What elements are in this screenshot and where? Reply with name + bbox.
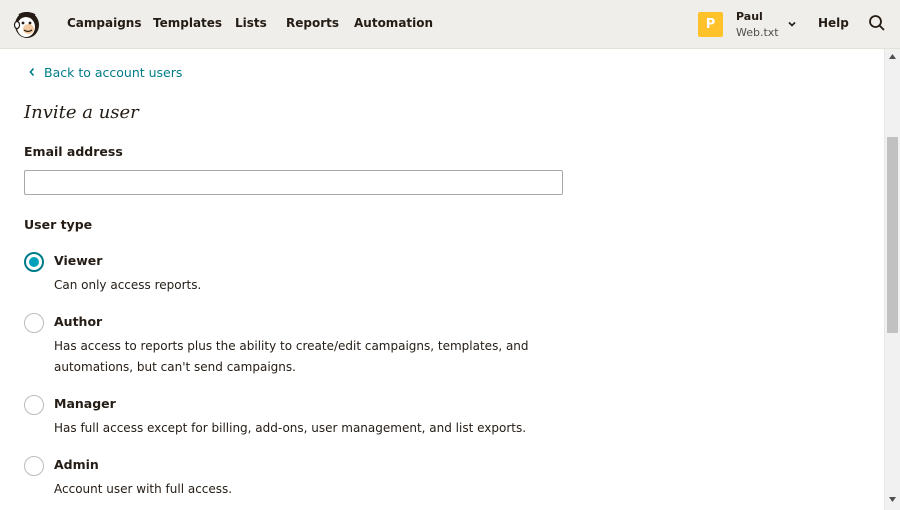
admin-radio[interactable]: [24, 456, 44, 476]
manager-radio[interactable]: [24, 395, 44, 415]
nav-campaigns[interactable]: Campaigns: [67, 16, 141, 30]
back-link-label: Back to account users: [44, 65, 183, 80]
chevron-down-icon[interactable]: [787, 19, 797, 29]
nav-lists[interactable]: Lists: [235, 16, 267, 30]
vertical-scrollbar[interactable]: [884, 49, 900, 510]
chevron-left-icon: [29, 67, 35, 77]
page-title: Invite a user: [24, 102, 139, 123]
main-content: Back to account users Invite a user Emai…: [0, 49, 884, 510]
avatar[interactable]: P: [698, 12, 723, 37]
admin-label: Admin: [54, 457, 99, 472]
user-type-label: User type: [24, 217, 93, 232]
viewer-radio[interactable]: [24, 252, 44, 272]
user-name: Paul: [736, 10, 763, 23]
nav-help[interactable]: Help: [818, 16, 849, 30]
email-field[interactable]: [24, 170, 563, 195]
email-label: Email address: [24, 144, 123, 159]
nav-reports[interactable]: Reports: [286, 16, 339, 30]
manager-description: Has full access except for billing, add-…: [54, 421, 527, 435]
admin-description: Account user with full access.: [54, 482, 233, 496]
scroll-up-arrow-icon[interactable]: [889, 54, 896, 59]
top-nav: Campaigns Templates Lists Reports Automa…: [0, 0, 900, 49]
viewer-description: Can only access reports.: [54, 278, 202, 292]
scroll-down-arrow-icon[interactable]: [889, 497, 896, 502]
nav-templates[interactable]: Templates: [153, 16, 222, 30]
author-label: Author: [54, 314, 103, 329]
account-name: Web.txt: [736, 26, 779, 39]
manager-label: Manager: [54, 396, 116, 411]
author-radio[interactable]: [24, 313, 44, 333]
scrollbar-thumb[interactable]: [887, 137, 898, 333]
search-icon[interactable]: [868, 14, 886, 32]
mailchimp-logo[interactable]: [11, 8, 43, 40]
nav-automation[interactable]: Automation: [354, 16, 433, 30]
viewer-label: Viewer: [54, 253, 103, 268]
author-description: Has access to reports plus the ability t…: [54, 339, 529, 374]
back-to-account-users-link[interactable]: Back to account users: [28, 65, 182, 80]
